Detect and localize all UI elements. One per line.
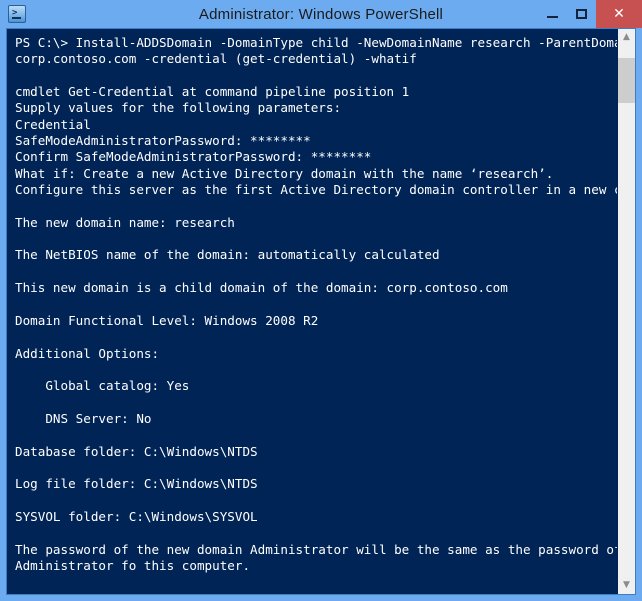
- scrollbar-thumb[interactable]: [618, 58, 635, 103]
- console-output[interactable]: PS C:\> Install-ADDSDomain -DomainType c…: [7, 29, 617, 594]
- powershell-window: > Administrator: Windows PowerShell ✕ PS…: [0, 0, 642, 601]
- console-scrollbar[interactable]: ▲ ▼: [617, 29, 635, 594]
- maximize-icon: [576, 9, 587, 19]
- scrollbar-track[interactable]: [618, 46, 635, 577]
- minimize-button[interactable]: [538, 0, 567, 28]
- close-icon: ✕: [613, 6, 625, 22]
- close-button[interactable]: ✕: [596, 0, 642, 28]
- maximize-button[interactable]: [567, 0, 596, 28]
- minimize-icon: [547, 16, 558, 18]
- scroll-up-button[interactable]: ▲: [618, 29, 635, 46]
- scroll-down-button[interactable]: ▼: [618, 577, 635, 594]
- prompt-underscore-glyph: [12, 17, 21, 19]
- powershell-icon: >: [8, 5, 26, 23]
- console-area: PS C:\> Install-ADDSDomain -DomainType c…: [6, 28, 636, 595]
- title-bar[interactable]: > Administrator: Windows PowerShell ✕: [0, 0, 642, 28]
- window-controls: ✕: [538, 0, 642, 28]
